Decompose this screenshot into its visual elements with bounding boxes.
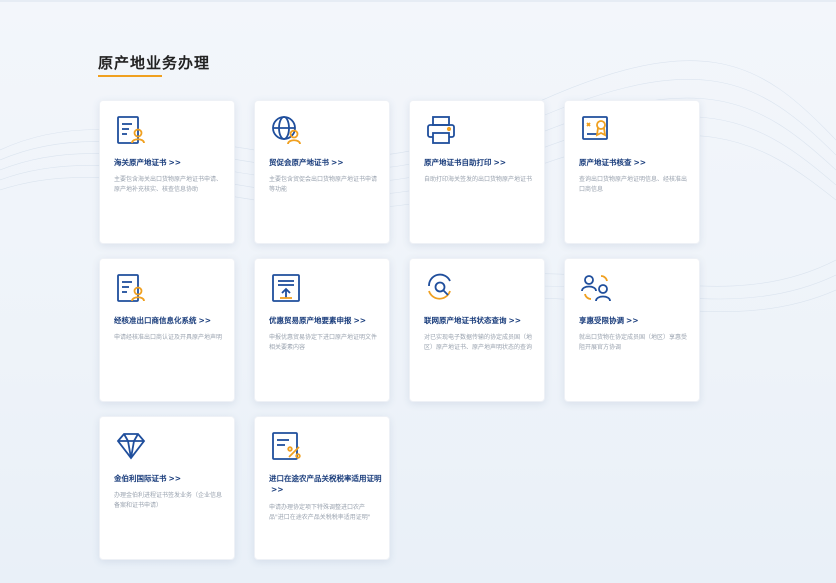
card-title: 金伯利国际证书 bbox=[114, 474, 167, 483]
arrow-icon: >> bbox=[168, 474, 182, 483]
search-refresh-icon bbox=[424, 271, 458, 305]
arrow-icon: >> bbox=[271, 485, 284, 494]
card-description: 办理金伯利进程证书签发业务（企业信息备案和证书申请） bbox=[114, 492, 223, 509]
card-description: 自助打印海关签发的出口货物原产地证书 bbox=[424, 176, 533, 183]
card-customs-origin-certificate[interactable]: 海关原产地证书 >> 主要包含海关出口货物原产地证书申请、原产地补充核实、核查信息… bbox=[99, 100, 235, 244]
card-title: 优惠贸易原产地要素申报 bbox=[269, 316, 352, 325]
card-kimberley-certificate[interactable]: 金伯利国际证书 >> 办理金伯利进程证书签发业务（企业信息备案和证书申请） bbox=[99, 416, 235, 560]
arrow-icon: >> bbox=[198, 316, 212, 325]
card-description: 主要包含贸促会出口货物原产地证书申请等功能 bbox=[269, 176, 378, 193]
card-self-service-print[interactable]: 原产地证书自助打印 >> 自助打印海关签发的出口货物原产地证书 bbox=[409, 100, 545, 244]
arrow-icon: >> bbox=[626, 316, 639, 325]
card-networked-status-query[interactable]: 联网原产地证书状态查询 >> 对已实现电子数据传输的协定成员国（地区）原产地证书、… bbox=[409, 258, 545, 402]
certificate-user-icon bbox=[114, 113, 148, 147]
card-title: 进口在途农产品关税税率适用证明 bbox=[269, 474, 382, 483]
top-divider bbox=[0, 0, 836, 2]
card-preferential-elements-declaration[interactable]: 优惠贸易原产地要素申报 >> 申报优惠贸易协定下进口原产地证明文件相关要素内容 bbox=[254, 258, 390, 402]
printer-icon bbox=[424, 113, 458, 147]
card-description: 查询出口货物原产地证明信息、经核准出口商信息 bbox=[579, 176, 688, 193]
card-description: 申请办理协定项下特殊调整进口农产品"进口在途农产品关税税率适用证明" bbox=[269, 504, 371, 521]
arrow-icon: >> bbox=[508, 316, 522, 325]
card-title: 原产地证书自助打印 bbox=[424, 158, 492, 167]
card-title: 联网原产地证书状态查询 bbox=[424, 316, 507, 325]
card-description: 主要包含海关出口货物原产地证书申请、原产地补充核实、核查信息协助 bbox=[114, 176, 223, 193]
card-description: 申报优惠贸易协定下进口原产地证明文件相关要素内容 bbox=[269, 334, 378, 351]
arrow-icon: >> bbox=[353, 316, 367, 325]
card-title: 原产地证书核查 bbox=[579, 158, 632, 167]
card-tariff-rate-certificate[interactable]: 进口在途农产品关税税率适用证明 >> 申请办理协定项下特殊调整进口农产品"进口在途… bbox=[254, 416, 390, 560]
card-description: 就出口货物在协定成员国（地区）享惠受阻开展官方协调 bbox=[579, 334, 688, 351]
card-ccpit-origin-certificate[interactable]: 贸促会原产地证书 >> 主要包含贸促会出口货物原产地证书申请等功能 bbox=[254, 100, 390, 244]
document-user-icon bbox=[114, 271, 148, 305]
arrow-icon: >> bbox=[493, 158, 507, 167]
arrow-icon: >> bbox=[168, 158, 182, 167]
card-description: 对已实现电子数据传输的协定成员国（地区）原产地证书、原产地声明状态的查询 bbox=[424, 334, 533, 351]
upload-document-icon bbox=[269, 271, 303, 305]
section-title: 原产地业务办理 bbox=[98, 54, 211, 72]
certificate-ribbon-icon bbox=[579, 113, 613, 147]
card-description: 申请经核准出口商认证及开具原产地声明 bbox=[114, 334, 223, 341]
card-title: 经核准出口商信息化系统 bbox=[114, 316, 197, 325]
card-certificate-verification[interactable]: 原产地证书核查 >> 查询出口货物原产地证明信息、经核准出口商信息 bbox=[564, 100, 700, 244]
card-preference-coordination[interactable]: 享惠受限协调 >> 就出口货物在协定成员国（地区）享惠受阻开展官方协调 bbox=[564, 258, 700, 402]
title-underline bbox=[98, 75, 162, 77]
card-title: 贸促会原产地证书 bbox=[269, 158, 329, 167]
card-title: 享惠受限协调 bbox=[579, 316, 624, 325]
diamond-icon bbox=[114, 429, 148, 463]
arrow-icon: >> bbox=[633, 158, 647, 167]
arrow-icon: >> bbox=[331, 158, 344, 167]
tariff-document-icon bbox=[269, 429, 303, 463]
users-sync-icon bbox=[579, 271, 613, 305]
card-approved-exporter-system[interactable]: 经核准出口商信息化系统 >> 申请经核准出口商认证及开具原产地声明 bbox=[99, 258, 235, 402]
card-title: 海关原产地证书 bbox=[114, 158, 167, 167]
globe-user-icon bbox=[269, 113, 303, 147]
